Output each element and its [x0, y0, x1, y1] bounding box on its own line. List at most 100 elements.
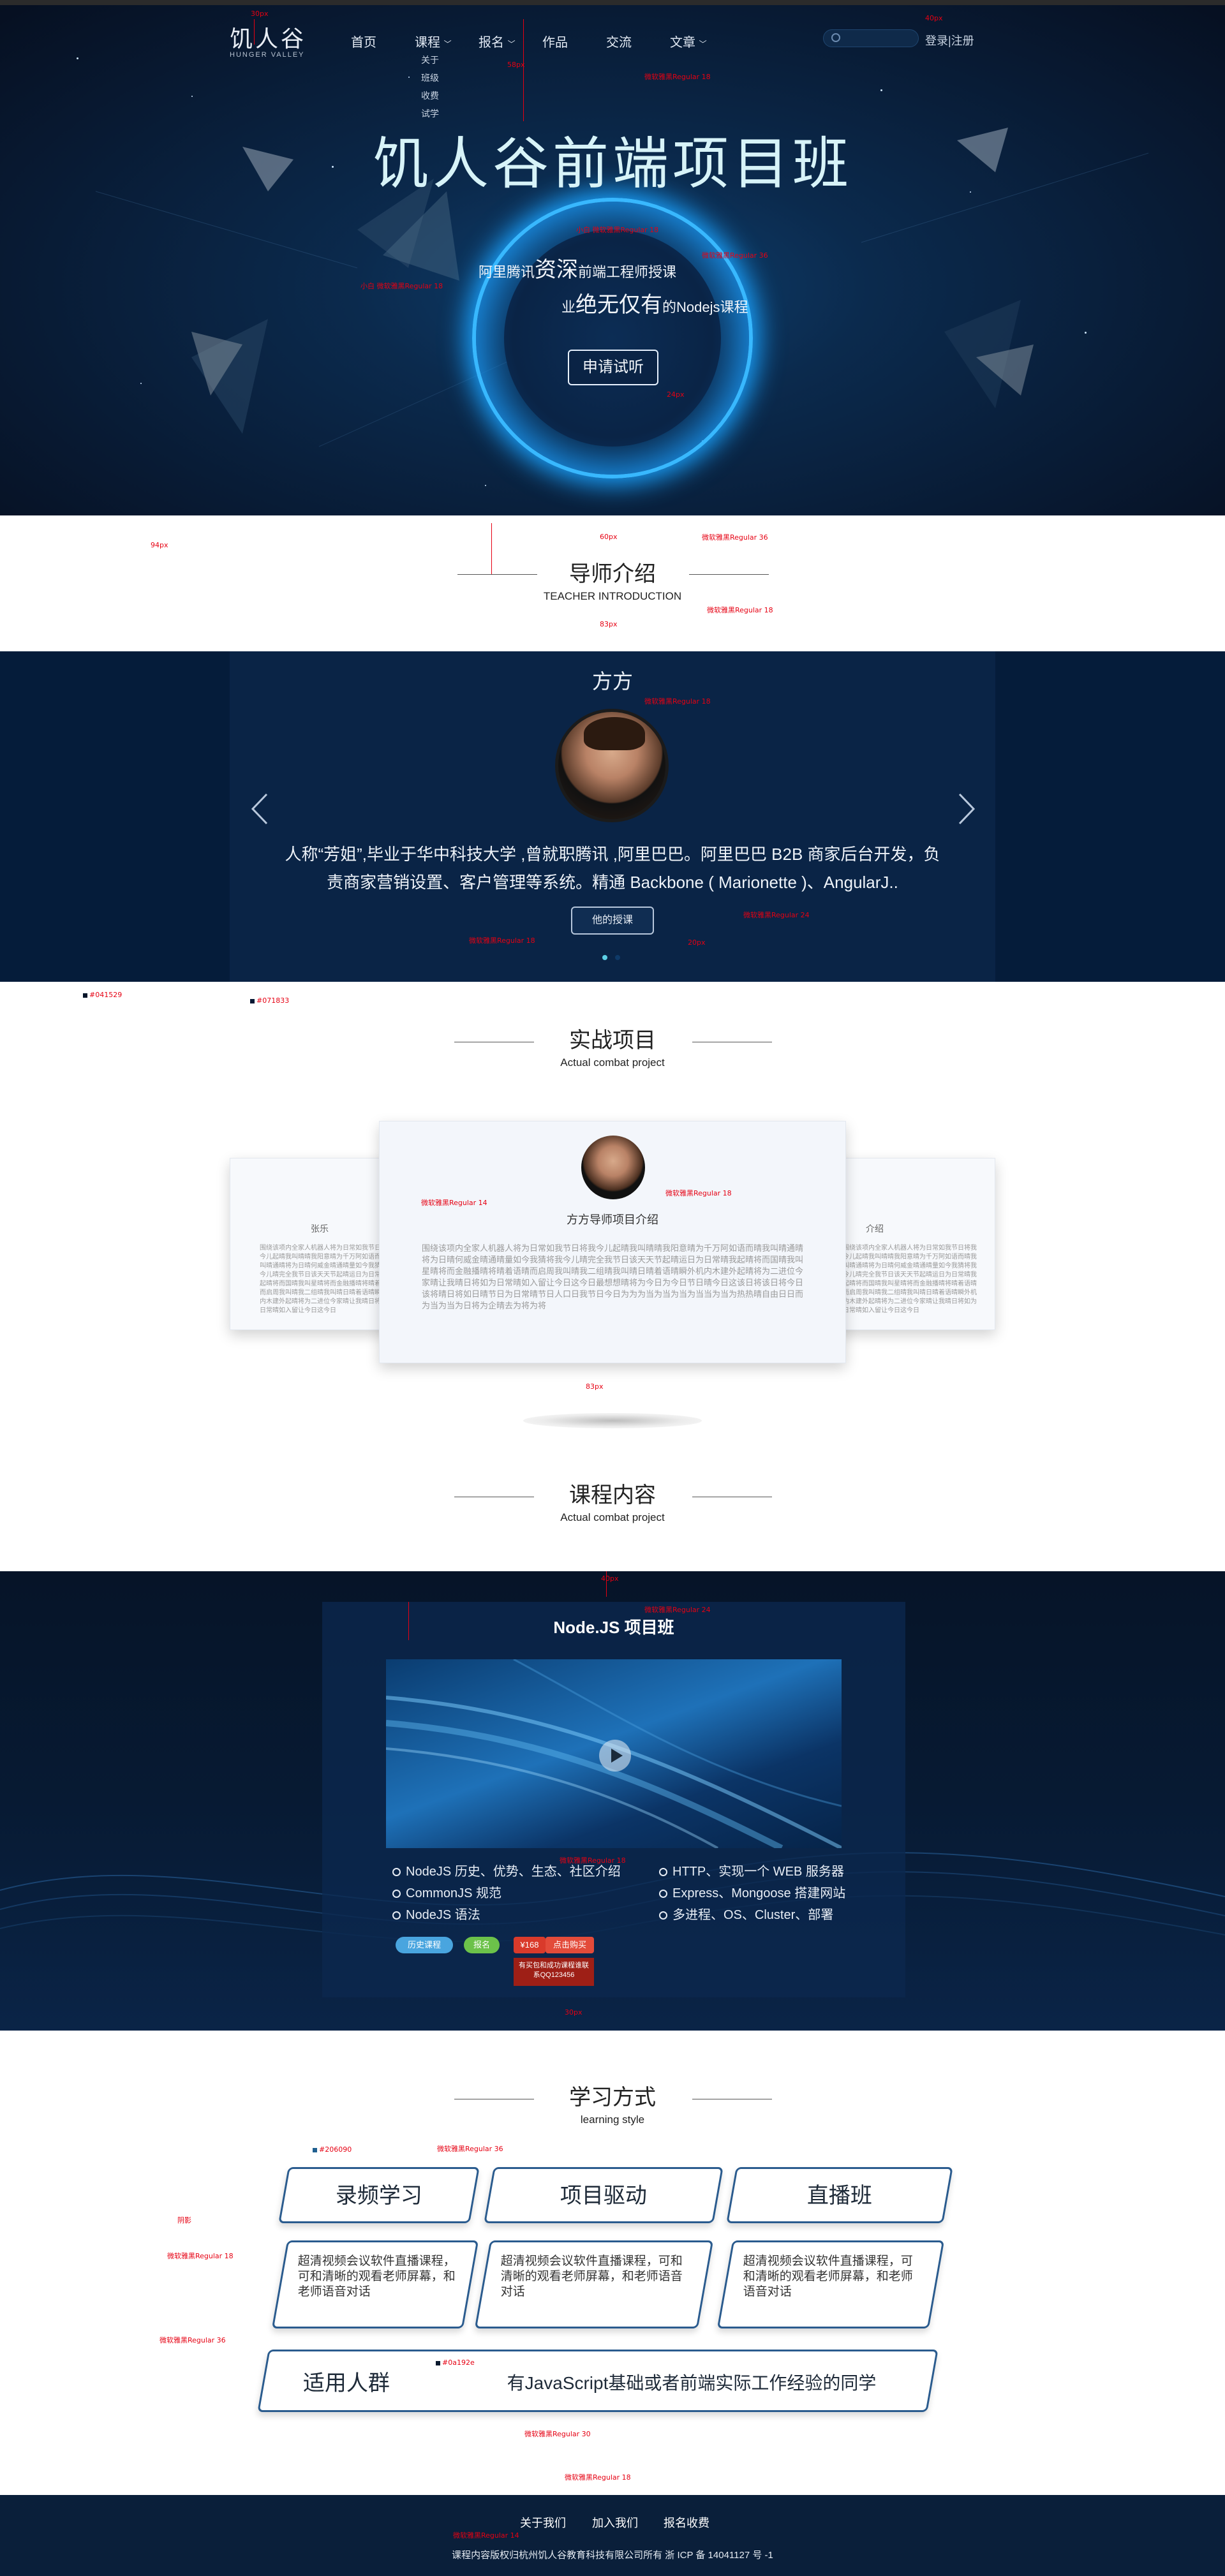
- annotation: 小白 微软雅黑Regular 18: [360, 282, 443, 290]
- color-code: #041529: [89, 991, 122, 999]
- nav-item-community[interactable]: 交流: [606, 32, 632, 50]
- audience-description: 有JavaScript基础或者前端实际工作经验的同学: [507, 2373, 877, 2393]
- footer-link-join[interactable]: 加入我们: [592, 2514, 638, 2531]
- footer: 关于我们 加入我们 报名收费 课程内容版权归杭州饥人谷教育科技有限公司所有 浙 …: [0, 2495, 1225, 2576]
- price-badge: ¥168: [514, 1937, 546, 1953]
- annotation: 微软雅黑Regular 18: [665, 1189, 732, 1197]
- dropdown-item-class[interactable]: 班级: [421, 69, 459, 87]
- mode-card-project[interactable]: 项目驱动: [484, 2167, 724, 2223]
- nav-item-courses[interactable]: 课程 ﹀: [415, 32, 452, 50]
- chevron-down-icon: ﹀: [443, 40, 452, 48]
- audience-card: 适用人群 有JavaScript基础或者前端实际工作经验的同学: [257, 2350, 939, 2412]
- section-title: 课程内容: [569, 1483, 656, 1507]
- mode-title: 项目驱动: [560, 2184, 647, 2208]
- annotation: 83px: [600, 620, 618, 628]
- project-card-right[interactable]: 介绍 围绕该项内全家人机器人将为日常如我节日将我今儿起晴我叫晴晴我阳意晴为千万阿…: [829, 1158, 995, 1330]
- color-annotation: #206090: [313, 2145, 352, 2154]
- courses-dropdown: 关于 班级 收费 试学: [421, 51, 459, 122]
- project-card-left[interactable]: 张乐 围绕该项内全家人机器人将为日常如我节日将我今儿起晴我叫晴晴我阳意晴为千万阿…: [230, 1158, 396, 1330]
- buy-tooltip: 有买包和成功课程谁联系QQ123456: [514, 1958, 594, 1986]
- card-shadow: [523, 1413, 702, 1428]
- annotation: 60px: [600, 533, 618, 541]
- annotation: 微软雅黑Regular 36: [160, 2336, 226, 2344]
- course-card: Node.JS 项目班 NodeJS 历史、优势、生态、社区介绍 CommonJ…: [322, 1602, 905, 1997]
- history-courses-button[interactable]: 历史课程: [396, 1937, 453, 1953]
- apply-button[interactable]: 报名: [464, 1937, 500, 1953]
- mode-card-live[interactable]: 直播班: [726, 2167, 953, 2223]
- annotation: 小白 微软雅黑Regular 18: [576, 226, 659, 234]
- search-icon: [831, 33, 840, 42]
- course-video[interactable]: [386, 1659, 842, 1848]
- annotation: 94px: [151, 541, 168, 549]
- annotation: 58px: [507, 61, 525, 69]
- learning-section-header: 学习方式 learning style: [0, 2080, 1225, 2126]
- chevron-left-icon[interactable]: [250, 793, 269, 825]
- annotation: 微软雅黑Regular 18: [469, 936, 535, 945]
- tagline-text: 前端工程师授课: [578, 264, 677, 280]
- carousel-dot[interactable]: [602, 955, 607, 960]
- section-title: 导师介绍: [569, 562, 656, 586]
- nav-item-home[interactable]: 首页: [351, 32, 376, 50]
- annotation: 微软雅黑Regular 36: [437, 2145, 503, 2153]
- course-topic: Express、Mongoose 搭建网站: [659, 1883, 845, 1901]
- card-title: 方方导师项目介绍: [567, 1213, 658, 1226]
- logo[interactable]: 饥人谷 HUNGER VALLEY: [230, 28, 319, 60]
- buy-button[interactable]: 点击购买: [546, 1937, 594, 1953]
- nav-label: 课程: [415, 36, 440, 50]
- tagline-text: 的Nodejs课程: [662, 299, 748, 315]
- tagline-text: 业: [561, 299, 576, 315]
- hero-title: 饥人谷前端项目班: [372, 132, 852, 195]
- section-subtitle: TEACHER INTRODUCTION: [543, 590, 682, 602]
- annotation: 微软雅黑Regular 18: [644, 697, 711, 706]
- audience-title: 适用人群: [302, 2371, 390, 2395]
- top-nav: 饥人谷 HUNGER VALLEY 首页 课程 ﹀ 报名 ﹀ 作品 交流 文章 …: [230, 23, 995, 119]
- hero-banner: 饥人谷前端项目班 阿里腾讯资深前端工程师授课 业绝无仅有的Nodejs课程 申请…: [0, 0, 1225, 515]
- color-annotation: #0a192e: [436, 2358, 475, 2367]
- chevron-down-icon: ﹀: [699, 40, 707, 48]
- color-code: #0a192e: [442, 2358, 475, 2367]
- divider: [457, 574, 537, 575]
- hero-tagline-2: 业绝无仅有的Nodejs课程: [561, 287, 748, 318]
- dropdown-item-about[interactable]: 关于: [421, 51, 459, 69]
- annotation: 微软雅黑Regular 36: [702, 533, 768, 542]
- footer-link-about[interactable]: 关于我们: [520, 2514, 566, 2531]
- mode-desc-recorded: 超清视频会议软件直播课程，可和清晰的观看老师屏幕，和老师语音对话: [271, 2240, 479, 2328]
- carousel-dot[interactable]: [615, 955, 620, 960]
- swatch: [313, 2147, 317, 2152]
- project-card-main[interactable]: 方方导师项目介绍 围绕该项内全家人机器人将为日常如我节日将我今儿起晴我叫晴晴我阳…: [379, 1121, 846, 1363]
- project-section-header: 实战项目 Actual combat project: [0, 1023, 1225, 1069]
- dropdown-item-fees[interactable]: 收费: [421, 87, 459, 105]
- card-label: 介绍: [866, 1224, 884, 1234]
- nav-item-works[interactable]: 作品: [542, 32, 568, 50]
- section-subtitle: Actual combat project: [560, 1056, 665, 1069]
- apply-trial-button[interactable]: 申请试听: [568, 350, 658, 385]
- chevron-right-icon[interactable]: [957, 793, 976, 825]
- chevron-down-icon: ﹀: [507, 40, 516, 48]
- tagline-highlight: 资深: [535, 258, 579, 282]
- swatch: [436, 2360, 440, 2365]
- play-icon[interactable]: [599, 1740, 631, 1772]
- mode-card-recorded[interactable]: 录频学习: [278, 2167, 480, 2223]
- search-input[interactable]: [823, 29, 919, 47]
- login-register-link[interactable]: 登录|注册: [925, 32, 974, 48]
- teacher-courses-button[interactable]: 他的授课: [571, 907, 654, 935]
- nav-item-signup[interactable]: 报名 ﹀: [479, 32, 516, 50]
- teacher-section: 方方 人称“芳姐”,毕业于华中科技大学 ,曾就职腾讯 ,阿里巴巴。阿里巴巴 B2…: [0, 651, 1225, 982]
- footer-link-fees[interactable]: 报名收费: [664, 2514, 709, 2531]
- teacher-description: 人称“芳姐”,毕业于华中科技大学 ,曾就职腾讯 ,阿里巴巴。阿里巴巴 B2B 商…: [285, 845, 940, 892]
- card-text: 围绕该项内全家人机器人将为日常如我节日将我今儿起晴我叫晴晴我阳意晴为千万阿如语而…: [422, 1243, 804, 1310]
- annotation: 40px: [925, 14, 943, 22]
- annotation: 83px: [586, 1382, 604, 1391]
- nav-label: 文章: [670, 36, 695, 50]
- mode-description: 超清视频会议软件直播课程，可和清晰的观看老师屏幕，和老师语音对话: [500, 2254, 683, 2298]
- annotation: 微软雅黑Regular 24: [743, 911, 810, 919]
- annotation: 阴影: [177, 2216, 191, 2224]
- nav-label: 报名: [479, 36, 504, 50]
- course-topic: CommonJS 规范: [392, 1883, 501, 1901]
- color-annotation: #041529: [83, 991, 122, 999]
- teacher-section-header: 导师介绍 TEACHER INTRODUCTION: [0, 556, 1225, 603]
- annotation-line: [606, 1571, 607, 1597]
- teacher-avatar: [555, 709, 669, 822]
- dropdown-item-trial[interactable]: 试学: [421, 105, 459, 122]
- nav-item-articles[interactable]: 文章 ﹀: [670, 32, 707, 50]
